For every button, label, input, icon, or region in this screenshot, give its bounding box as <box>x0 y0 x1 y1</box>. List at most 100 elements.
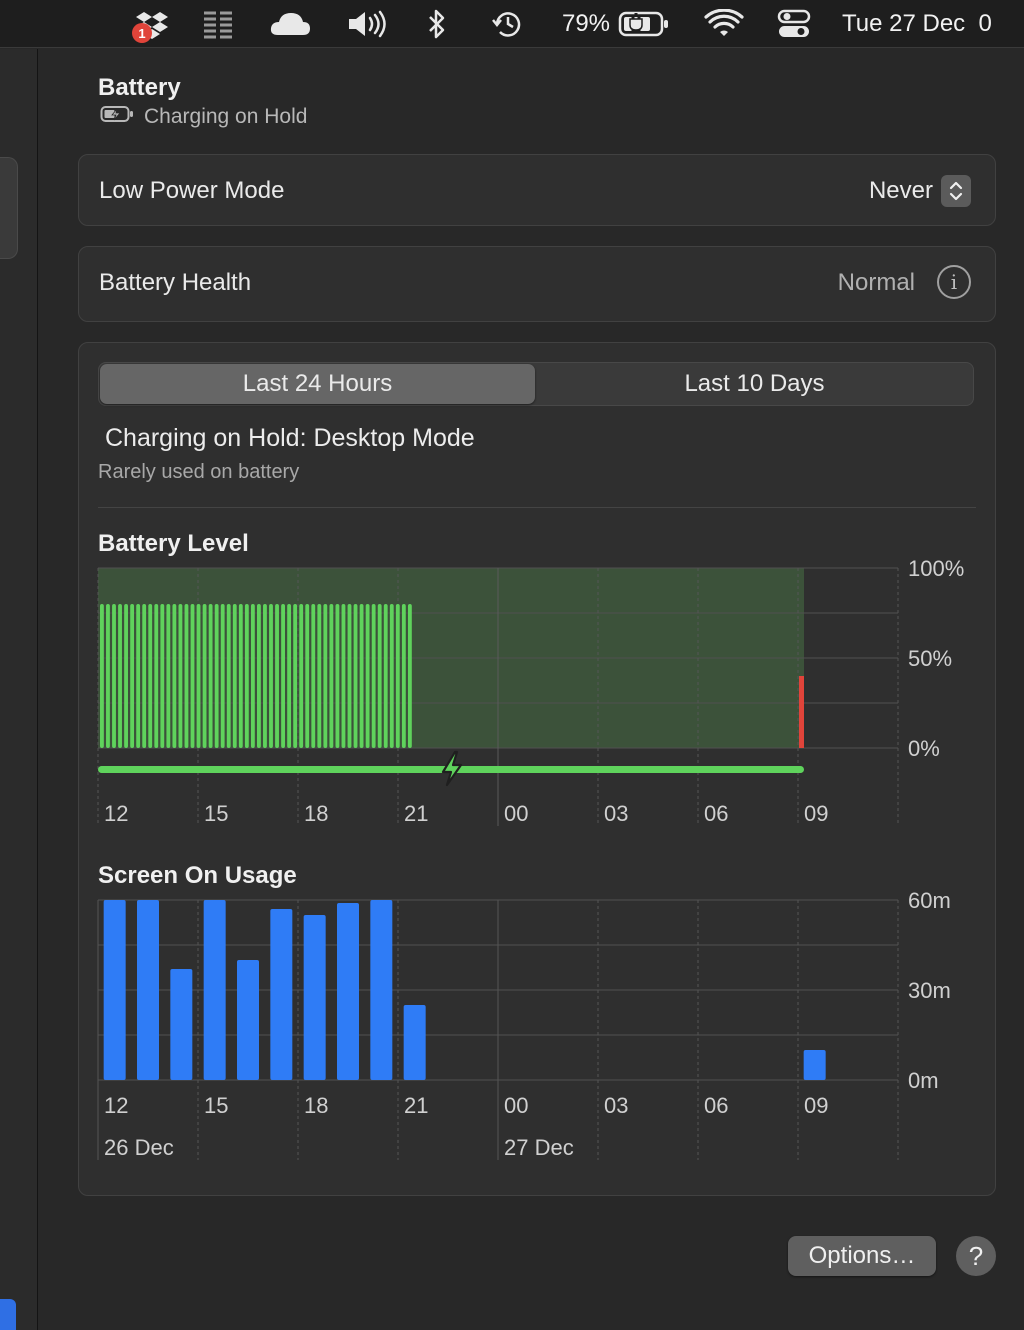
battery-level-bar <box>293 604 298 748</box>
screen-usage-bar <box>270 909 293 1080</box>
battery-level-bar <box>275 604 279 748</box>
battery-level-bar <box>269 604 273 748</box>
divider <box>98 507 976 508</box>
control-center-icon[interactable] <box>774 0 814 48</box>
screen-on-usage-title: Screen On Usage <box>98 862 297 889</box>
battery-health-label: Battery Health <box>99 269 252 296</box>
y-tick-label: 0m <box>908 1068 939 1093</box>
y-tick-label: 30m <box>908 978 951 1003</box>
page-subtitle: Charging on Hold <box>100 105 307 129</box>
battery-level-bar <box>395 604 400 748</box>
battery-level-bar <box>112 604 116 748</box>
battery-stack-icon[interactable] <box>198 0 238 48</box>
battery-level-bar <box>383 604 388 748</box>
tab-last-24-hours[interactable]: Last 24 Hours <box>100 364 535 404</box>
x-tick-label: 03 <box>604 1093 628 1118</box>
battery-level-bar <box>130 604 135 748</box>
battery-level-bar <box>160 604 165 748</box>
page-subtitle-text: Charging on Hold <box>144 105 308 128</box>
sidebar-selected-item[interactable] <box>0 1299 16 1330</box>
x-tick-label: 21 <box>404 801 428 826</box>
x-tick-label: 21 <box>404 1093 428 1118</box>
battery-level-title: Battery Level <box>98 530 249 557</box>
date-label: 27 Dec <box>504 1135 574 1160</box>
x-tick-label: 09 <box>804 1093 828 1118</box>
battery-level-bar <box>281 604 285 748</box>
dropbox-badge: 1 <box>132 23 152 43</box>
battery-icon[interactable] <box>616 0 672 48</box>
low-power-mode-row: Low Power Mode Never <box>78 154 996 226</box>
screen-usage-bar <box>337 903 359 1080</box>
battery-level-bar <box>365 604 370 748</box>
battery-level-bar <box>184 604 189 748</box>
wifi-icon[interactable] <box>702 0 746 48</box>
screen-usage-bar <box>170 969 193 1080</box>
options-button[interactable]: Options… <box>788 1236 936 1276</box>
sidebar-search-field[interactable] <box>0 157 18 259</box>
battery-level-bar <box>311 604 316 748</box>
time-range-segmented-control: Last 24 Hours Last 10 Days <box>98 362 974 406</box>
low-power-mode-value[interactable]: Never <box>869 177 933 205</box>
help-button[interactable]: ? <box>956 1236 996 1276</box>
x-tick-label: 12 <box>104 801 128 826</box>
battery-level-bar <box>317 604 322 748</box>
battery-level-bar <box>359 604 364 748</box>
battery-level-bar <box>124 604 128 748</box>
y-tick-label: 100% <box>908 556 964 581</box>
y-tick-label: 50% <box>908 646 952 671</box>
battery-level-bar <box>353 604 358 748</box>
x-tick-label: 06 <box>704 1093 728 1118</box>
cloud-icon[interactable] <box>266 0 314 48</box>
battery-level-bar <box>305 604 310 748</box>
info-icon[interactable]: i <box>937 265 971 299</box>
battery-level-bar <box>323 604 328 748</box>
battery-level-bar <box>100 604 104 748</box>
battery-level-bar <box>263 604 267 748</box>
screen-usage-bar <box>803 1050 826 1080</box>
battery-level-bar <box>257 604 261 748</box>
battery-percent[interactable]: 79% <box>558 0 614 48</box>
battery-level-bar <box>401 604 406 748</box>
battery-level-bar <box>148 604 153 748</box>
lightning-icon <box>441 750 463 787</box>
battery-level-bar <box>178 604 183 748</box>
x-tick-label: 00 <box>504 1093 528 1118</box>
tab-last-10-days[interactable]: Last 10 Days <box>537 364 972 404</box>
menubar-clock[interactable]: Tue 27 Dec 0 <box>842 0 1024 48</box>
screen-usage-bar <box>103 900 126 1080</box>
screen-usage-bar <box>370 900 393 1080</box>
bluetooth-icon[interactable] <box>422 0 452 48</box>
battery-level-bar <box>172 604 177 748</box>
screen-usage-bar <box>403 1005 426 1080</box>
x-tick-label: 00 <box>504 801 528 826</box>
battery-level-bar <box>238 604 243 748</box>
battery-health-value: Normal <box>837 269 915 296</box>
current-battery-level-bar <box>799 676 804 748</box>
battery-level-bar <box>335 604 340 748</box>
page-title: Battery <box>98 74 181 101</box>
screen-usage-bar <box>137 900 159 1080</box>
battery-level-bar <box>347 604 352 748</box>
time-machine-icon[interactable] <box>488 0 528 48</box>
battery-level-bar <box>118 604 122 748</box>
battery-level-bar <box>136 604 141 748</box>
charging-mode-title: Charging on Hold: Desktop Mode <box>105 424 475 452</box>
battery-level-bar <box>341 604 346 748</box>
chevron-updown-icon[interactable] <box>941 175 971 207</box>
screen-usage-bar <box>203 900 226 1080</box>
x-tick-label: 06 <box>704 801 728 826</box>
dropbox-icon[interactable] <box>128 0 172 48</box>
volume-icon[interactable] <box>344 0 390 48</box>
battery-level-bar <box>287 604 292 748</box>
screen-usage-bar <box>237 960 259 1080</box>
battery-charging-hold-icon <box>100 105 134 129</box>
x-tick-label: 18 <box>304 1093 328 1118</box>
battery-level-bar <box>154 604 159 748</box>
x-tick-label: 09 <box>804 801 828 826</box>
x-tick-label: 03 <box>604 801 628 826</box>
x-tick-label: 15 <box>204 1093 228 1118</box>
battery-level-bar <box>220 604 225 748</box>
battery-level-bar <box>208 604 213 748</box>
battery-level-bar <box>244 604 249 748</box>
battery-level-bar <box>232 604 237 748</box>
